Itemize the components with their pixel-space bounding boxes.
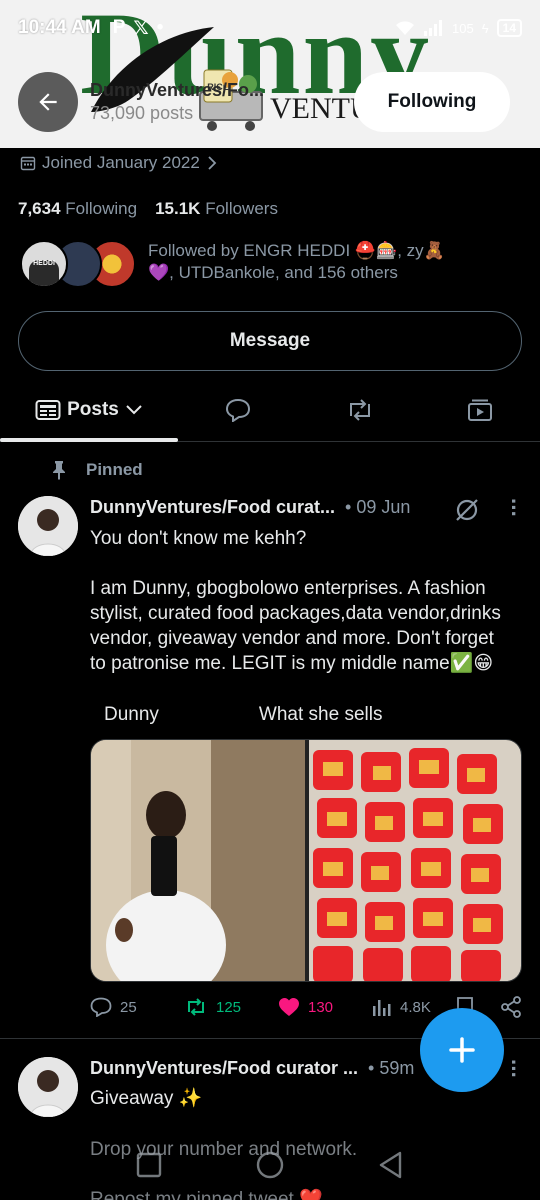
calendar-icon (20, 156, 36, 171)
joined-date: Joined January 2022 (20, 153, 218, 173)
chevron-down-icon (126, 405, 142, 415)
followed-by-text: Followed by ENGR HEDDI ⛑️🎰, zy🧸💜, UTDBan… (148, 241, 445, 282)
tab-media[interactable] (420, 380, 540, 440)
more-options-icon[interactable]: ··· (500, 1059, 526, 1078)
share-icon[interactable] (500, 996, 522, 1018)
avatar-badge: HEDDI (29, 260, 59, 286)
status-bar: 10:44 AM P 𝕏 • 105 ϟ 14 (0, 0, 540, 56)
charging-icon: ϟ (481, 20, 489, 36)
repost-count: 125 (216, 998, 242, 1016)
wifi-icon (396, 21, 415, 35)
post-author-name[interactable]: DunnyVentures/Food curator ... (90, 1058, 358, 1079)
pin-icon (53, 461, 65, 480)
post-media-image (91, 740, 521, 981)
plus-icon (449, 1037, 475, 1063)
message-button[interactable]: Message (18, 311, 522, 371)
repost-icon (188, 998, 204, 1016)
pinned-indicator: Pinned (50, 460, 143, 480)
active-tab-indicator (0, 438, 178, 442)
x-logo-icon: 𝕏 (133, 17, 149, 39)
reply-count: 25 (120, 998, 137, 1016)
like-button[interactable]: 130 (278, 997, 372, 1017)
arrow-left-icon (39, 93, 57, 111)
repost-icon (350, 399, 370, 421)
dot-icon: • (156, 17, 164, 38)
followers-stat[interactable]: 15.1K Followers (155, 199, 278, 219)
image-caption-left: Dunny (104, 704, 159, 725)
status-time: 10:44 AM (18, 17, 101, 38)
following-count: 7,634 (18, 199, 61, 218)
views-count: 4.8K (400, 998, 431, 1016)
post-author-avatar[interactable] (18, 1057, 78, 1117)
views-chart-icon (373, 1000, 391, 1016)
image-caption-right: What she sells (258, 704, 383, 725)
post-text-line: Giveaway ✨ (90, 1088, 203, 1109)
tab-reposts[interactable] (300, 380, 420, 440)
more-options-icon[interactable]: ··· (500, 498, 526, 517)
joined-text: Joined January 2022 (42, 153, 200, 172)
followed-by-row[interactable]: HEDDI Followed by ENGR HEDDI ⛑️🎰, zy🧸💜, … (20, 240, 468, 290)
post-media[interactable] (90, 739, 522, 982)
posts-icon (35, 400, 61, 420)
back-button[interactable] (18, 72, 78, 132)
grok-icon[interactable] (454, 497, 480, 523)
tab-posts[interactable]: Posts (0, 380, 178, 442)
post-author-name[interactable]: DunnyVentures/Food curat... (90, 497, 335, 518)
status-notification-icons: P 𝕏 • (113, 17, 164, 40)
status-system-icons: 105 ϟ 14 (394, 19, 522, 37)
compose-button[interactable] (420, 1008, 504, 1092)
header-post-count: 73,090 posts (90, 103, 194, 123)
reply-button[interactable]: 25 (90, 997, 184, 1017)
following-button[interactable]: Following (354, 72, 510, 132)
back-triangle-icon[interactable] (378, 1151, 404, 1179)
following-stat-label: Following (65, 199, 138, 218)
battery-icon: 14 (496, 19, 522, 37)
profile-tabs: Posts (0, 380, 540, 442)
followers-count: 15.1K (155, 199, 201, 218)
reply-bubble-icon (225, 398, 251, 422)
post-timestamp: • 09 Jun (345, 497, 411, 517)
image-caption-row: Dunny What she sells (104, 704, 382, 726)
system-navigation-bar (0, 1135, 540, 1195)
repost-button[interactable]: 125 (184, 997, 278, 1017)
home-circle-icon[interactable] (255, 1150, 285, 1180)
avatar (18, 1057, 78, 1117)
avatar: HEDDI (20, 240, 68, 288)
chevron-right-icon[interactable] (206, 156, 218, 170)
reply-icon (90, 997, 112, 1017)
post-text: You don't know me kehh? I am Dunny, gbog… (90, 528, 501, 674)
signal-icon (424, 20, 443, 36)
tab-replies[interactable] (178, 380, 298, 440)
pinterest-icon: P (112, 17, 126, 38)
header-title: DunnyVentures/Fo... (90, 80, 265, 100)
pinned-label: Pinned (86, 460, 143, 479)
tab-posts-label: Posts (67, 399, 119, 420)
following-stat[interactable]: 7,634 Following (18, 199, 137, 219)
heart-icon (279, 998, 299, 1016)
network-speed: 105 (452, 20, 474, 36)
post-header: DunnyVentures/Food curator ... • 59m (90, 1058, 414, 1079)
like-count: 130 (308, 998, 334, 1016)
recents-square-icon[interactable] (136, 1152, 162, 1178)
followers-stat-label: Followers (205, 199, 278, 218)
media-play-icon (468, 399, 492, 421)
follow-stats: 7,634 Following 15.1K Followers (18, 199, 278, 219)
post-timestamp: • 59m (368, 1058, 415, 1078)
post-author-avatar[interactable] (18, 496, 78, 556)
post-header: DunnyVentures/Food curat... • 09 Jun (90, 497, 410, 518)
avatar (18, 496, 78, 556)
follower-avatars: HEDDI (20, 240, 140, 290)
